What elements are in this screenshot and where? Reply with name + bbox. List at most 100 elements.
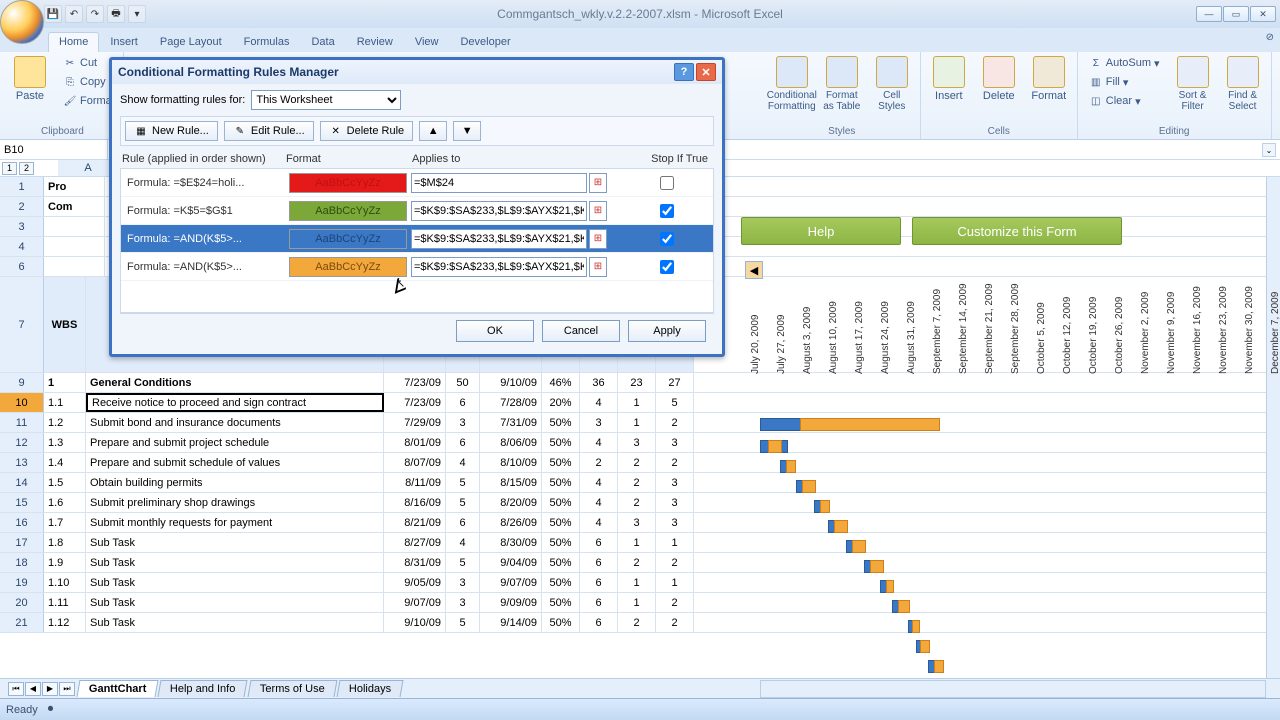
cell[interactable]: 1: [618, 413, 656, 432]
row-header[interactable]: 7: [0, 277, 44, 372]
cell[interactable]: 3: [446, 593, 480, 612]
cell[interactable]: 7/29/09: [384, 413, 446, 432]
copy-button[interactable]: ⎘Copy: [58, 73, 117, 91]
cell[interactable]: 8/31/09: [384, 553, 446, 572]
cell[interactable]: 8/30/09: [480, 533, 542, 552]
cell[interactable]: 8/27/09: [384, 533, 446, 552]
format-button[interactable]: Format: [1027, 54, 1071, 102]
cell[interactable]: Sub Task: [86, 613, 384, 632]
cancel-button[interactable]: Cancel: [542, 320, 620, 342]
cell[interactable]: 2: [656, 613, 694, 632]
qat-more-icon[interactable]: ▾: [128, 5, 146, 23]
sheet-tab-terms-of-use[interactable]: Terms of Use: [247, 680, 337, 697]
cell[interactable]: 50%: [542, 553, 580, 572]
row-header[interactable]: 10: [0, 393, 44, 412]
cell[interactable]: Prepare and submit project schedule: [86, 433, 384, 452]
cell[interactable]: 2: [656, 453, 694, 472]
formula-bar-expand-icon[interactable]: ⌄: [1262, 143, 1276, 157]
cell[interactable]: 4: [446, 533, 480, 552]
cell[interactable]: 3: [446, 413, 480, 432]
cell[interactable]: 6: [580, 533, 618, 552]
row-header[interactable]: 9: [0, 373, 44, 392]
tab-nav-last[interactable]: ⏭: [59, 682, 75, 696]
cell[interactable]: 7/23/09: [384, 373, 446, 392]
save-icon[interactable]: 💾: [44, 5, 62, 23]
rule-row[interactable]: Formula: =AND(K$5>...AaBbCcYyZz⊞: [121, 253, 713, 281]
cell[interactable]: 2: [618, 473, 656, 492]
applies-to-input[interactable]: [411, 229, 587, 249]
stop-if-true-checkbox[interactable]: [660, 204, 674, 218]
ribbon-tab-home[interactable]: Home: [48, 32, 99, 52]
ribbon-tab-insert[interactable]: Insert: [99, 32, 149, 52]
row-header[interactable]: 20: [0, 593, 44, 612]
cell[interactable]: 4: [446, 453, 480, 472]
fill-button[interactable]: ▥Fill ▾: [1084, 73, 1165, 91]
cell[interactable]: [44, 217, 105, 236]
cell[interactable]: 1.11: [44, 593, 86, 612]
cell[interactable]: 5: [446, 473, 480, 492]
stop-if-true-checkbox[interactable]: [660, 260, 674, 274]
cell[interactable]: 9/14/09: [480, 613, 542, 632]
cell[interactable]: 2: [656, 593, 694, 612]
sort-filter-button[interactable]: Sort & Filter: [1171, 54, 1215, 112]
cell[interactable]: General Conditions: [86, 373, 384, 392]
sheet-tab-help-and-info[interactable]: Help and Info: [158, 680, 248, 697]
cell[interactable]: 6: [446, 513, 480, 532]
cell[interactable]: [44, 237, 105, 256]
cell[interactable]: 6: [446, 433, 480, 452]
new-rule-button[interactable]: ▦New Rule...: [125, 121, 218, 141]
cell[interactable]: Sub Task: [86, 593, 384, 612]
cell[interactable]: 1.12: [44, 613, 86, 632]
ribbon-minimize-icon[interactable]: ⊘: [1266, 32, 1274, 43]
row-header[interactable]: 18: [0, 553, 44, 572]
cell[interactable]: 4: [580, 513, 618, 532]
cell[interactable]: 3: [618, 513, 656, 532]
cell[interactable]: 46%: [542, 373, 580, 392]
undo-icon[interactable]: ↶: [65, 5, 83, 23]
edit-rule-button[interactable]: ✎Edit Rule...: [224, 121, 314, 141]
cell[interactable]: 5: [446, 553, 480, 572]
clear-button[interactable]: ◫Clear ▾: [1084, 92, 1165, 110]
cell[interactable]: 6: [580, 553, 618, 572]
cell[interactable]: WBS: [44, 277, 86, 372]
cell[interactable]: 5: [446, 613, 480, 632]
macro-record-icon[interactable]: ⏺: [48, 703, 54, 716]
cell[interactable]: 3: [656, 473, 694, 492]
cell[interactable]: 8/01/09: [384, 433, 446, 452]
row-header[interactable]: 15: [0, 493, 44, 512]
cell[interactable]: Prepare and submit schedule of values: [86, 453, 384, 472]
autosum-button[interactable]: ΣAutoSum ▾: [1084, 54, 1165, 72]
cell[interactable]: 50%: [542, 433, 580, 452]
cell[interactable]: 50%: [542, 593, 580, 612]
tab-nav-prev[interactable]: ◀: [25, 682, 41, 696]
range-picker-button[interactable]: ⊞: [589, 257, 607, 277]
cell[interactable]: 2: [656, 413, 694, 432]
rule-row[interactable]: Formula: =$E$24=holi...AaBbCcYyZz⊞: [121, 169, 713, 197]
cell[interactable]: 7/28/09: [480, 393, 542, 412]
cell[interactable]: 36: [580, 373, 618, 392]
cell[interactable]: 1.3: [44, 433, 86, 452]
cell[interactable]: 3: [656, 493, 694, 512]
cell[interactable]: 2: [618, 613, 656, 632]
outline-level-1[interactable]: 1: [2, 162, 17, 175]
cell[interactable]: 1.4: [44, 453, 86, 472]
cell[interactable]: 50%: [542, 473, 580, 492]
cell[interactable]: 6: [580, 613, 618, 632]
cell[interactable]: 6: [446, 393, 480, 412]
minimize-button[interactable]: —: [1196, 6, 1222, 22]
cell[interactable]: 1.8: [44, 533, 86, 552]
cell[interactable]: 1.1: [44, 393, 86, 412]
cell[interactable]: 27: [656, 373, 694, 392]
cell[interactable]: 50: [446, 373, 480, 392]
cell[interactable]: 20%: [542, 393, 580, 412]
sheet-tab-ganttchart[interactable]: GanttChart: [77, 680, 159, 697]
row-header[interactable]: 13: [0, 453, 44, 472]
ribbon-tab-formulas[interactable]: Formulas: [233, 32, 301, 52]
delete-button[interactable]: Delete: [977, 54, 1021, 102]
cell[interactable]: 8/07/09: [384, 453, 446, 472]
cell[interactable]: 7/31/09: [480, 413, 542, 432]
cell[interactable]: 2: [656, 553, 694, 572]
range-picker-button[interactable]: ⊞: [589, 201, 607, 221]
ribbon-tab-developer[interactable]: Developer: [449, 32, 521, 52]
range-picker-button[interactable]: ⊞: [589, 173, 607, 193]
